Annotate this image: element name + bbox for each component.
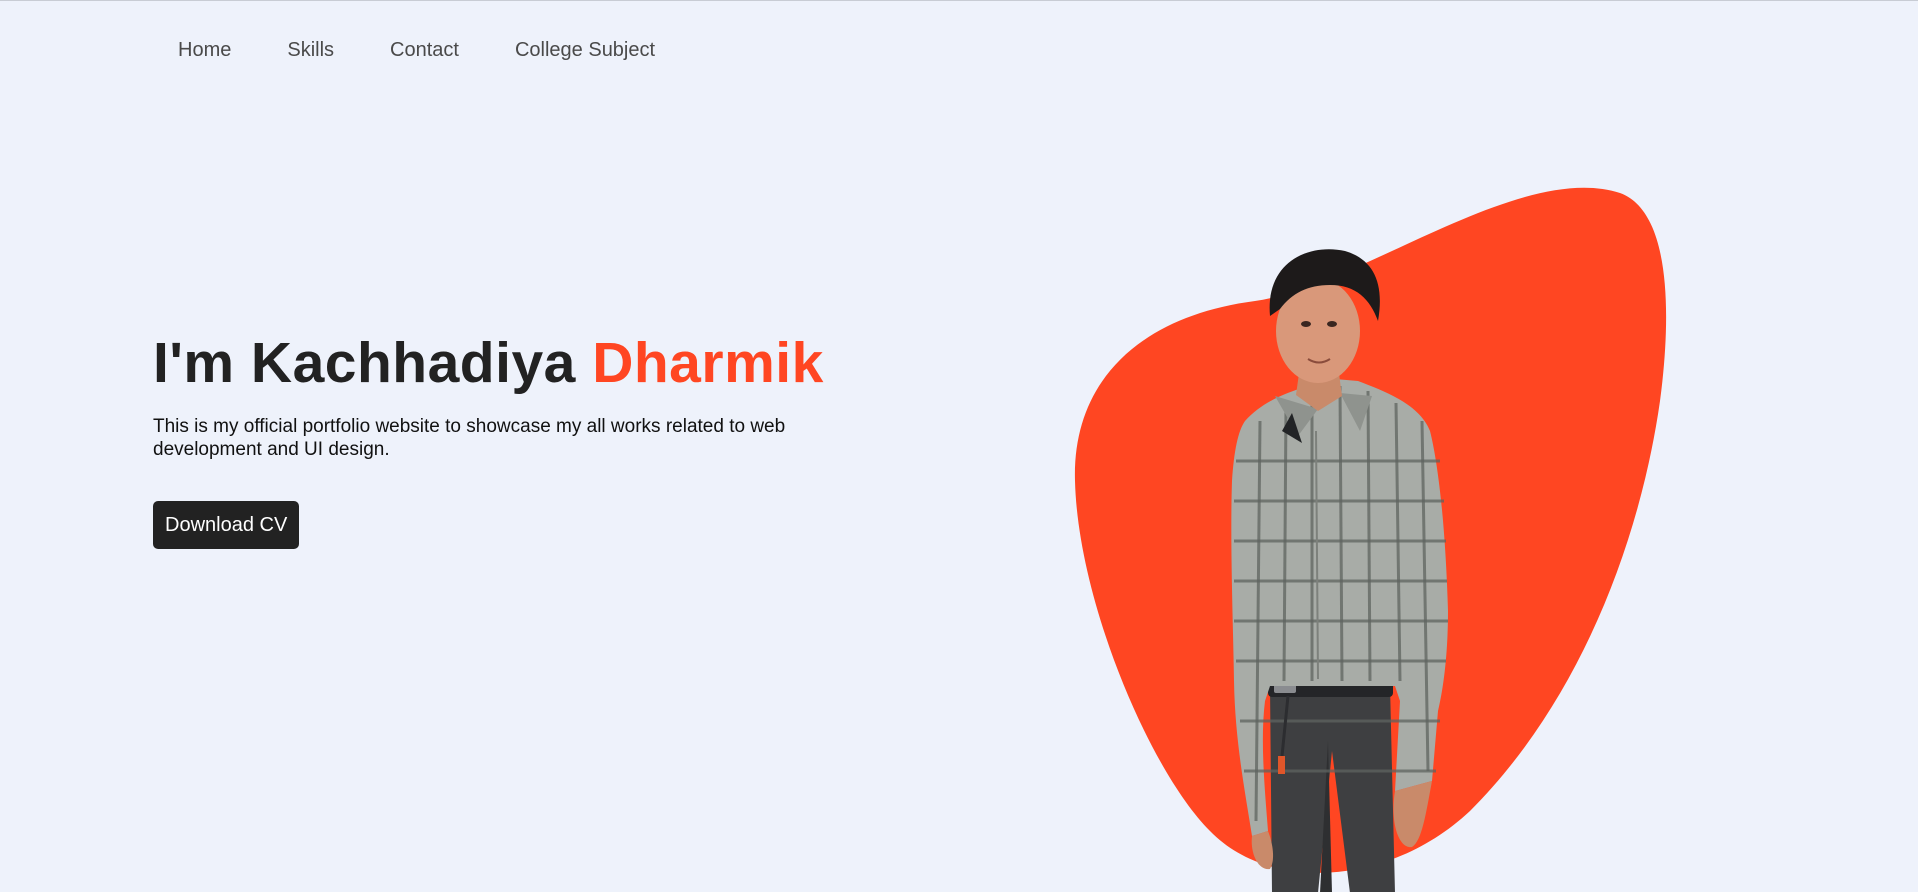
- download-cv-button[interactable]: Download CV: [153, 501, 300, 549]
- nav-contact-link[interactable]: Contact: [390, 37, 459, 63]
- hero-title-prefix: I'm Kachhadiya: [153, 331, 593, 395]
- hero-description: This is my official portfolio website to…: [153, 416, 786, 460]
- hero-title-name: Dharmik: [592, 331, 824, 395]
- nav-skills-link[interactable]: Skills: [287, 37, 334, 63]
- hero-section: I'm Kachhadiya Dharmik This is my offici…: [153, 329, 853, 549]
- hero-visual: [1060, 181, 1680, 892]
- hero-title: I'm Kachhadiya Dharmik: [153, 329, 853, 397]
- profile-illustration: [1074, 187, 1667, 892]
- nav-home-link[interactable]: Home: [178, 37, 231, 63]
- top-navigation: Home Skills Contact College Subject: [178, 37, 711, 63]
- nav-college-subject-link[interactable]: College Subject: [515, 37, 655, 63]
- portfolio-page: Home Skills Contact College Subject I'm …: [0, 0, 1918, 892]
